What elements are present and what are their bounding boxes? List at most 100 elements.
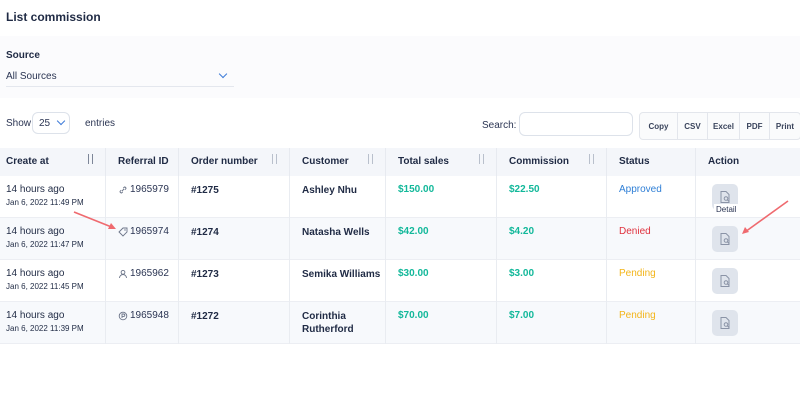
cell-status: Pending [607,302,696,344]
table-row: 14 hours ago Jan 6, 2022 11:47 PM 196597… [0,218,800,260]
page-title: List commission [6,10,101,24]
cell-action [696,176,800,218]
created-relative-time: 14 hours ago [6,268,65,279]
status-badge: Denied [619,226,651,237]
filter-panel [0,36,800,98]
column-header-action: Action [696,148,800,176]
cell-commission: $22.50 [497,176,607,218]
column-header-label: Total sales [398,156,449,167]
column-header-commission[interactable]: Commission [497,148,607,176]
column-header-total-sales[interactable]: Total sales [386,148,497,176]
commission-value: $7.00 [509,310,535,321]
total-sales-value: $150.00 [398,184,435,195]
copy-button[interactable]: Copy [640,113,678,139]
table-row: 14 hours ago Jan 6, 2022 11:49 PM 196597… [0,176,800,218]
sort-icon [87,154,95,166]
chevron-down-icon [218,69,228,79]
cell-action [696,302,800,344]
created-date: Jan 6, 2022 11:47 PM [6,240,84,249]
column-header-customer[interactable]: Customer [290,148,386,176]
cell-total-sales: $150.00 [386,176,497,218]
coupon-icon [118,311,128,320]
created-relative-time: 14 hours ago [6,226,65,237]
created-relative-time: 14 hours ago [6,310,65,321]
tag-icon [118,227,128,237]
order-number[interactable]: #1272 [191,310,219,323]
cell-order-number: #1273 [179,260,290,302]
cell-customer: Semika Williams [290,260,386,302]
view-detail-button[interactable] [712,226,738,252]
show-label: Show [6,118,32,129]
document-search-icon [720,233,730,245]
cell-commission: $3.00 [497,260,607,302]
source-select-value: All Sources [6,71,57,82]
status-badge: Approved [619,184,662,195]
sort-icon [367,154,375,166]
column-header-label: Referral ID [118,156,169,167]
created-relative-time: 14 hours ago [6,184,65,195]
referral-id-value: 1965974 [130,226,169,237]
search-input[interactable] [519,112,633,136]
customer-name: Ashley Nhu [302,185,358,196]
entries-select-value: 25 [39,118,51,129]
table-row: 14 hours ago Jan 6, 2022 11:45 PM 196596… [0,260,800,302]
cell-action [696,260,800,302]
cell-referral-id: 1965974 [106,218,179,260]
entries-label: entries [85,118,116,129]
excel-button[interactable]: Excel [708,113,740,139]
source-select[interactable]: All Sources [6,68,234,87]
cell-customer: Ashley Nhu [290,176,386,218]
table-header: Create at Referral ID Order number Custo… [0,148,800,176]
cell-customer: Corinthia Rutherford [290,302,386,344]
total-sales-value: $42.00 [398,226,429,237]
cell-referral-id: 1965962 [106,260,179,302]
referral-id: 1965979 [118,184,169,195]
cell-total-sales: $42.00 [386,218,497,260]
entries-select[interactable]: 25 [32,112,70,134]
order-number[interactable]: #1273 [191,268,219,281]
pdf-button[interactable]: PDF [740,113,770,139]
order-number[interactable]: #1274 [191,226,219,239]
sort-icon [588,154,596,166]
cell-customer: Natasha Wells [290,218,386,260]
cell-order-number: #1272 [179,302,290,344]
cell-status: Denied [607,218,696,260]
column-header-create-at[interactable]: Create at [0,148,106,176]
table-row: 14 hours ago Jan 6, 2022 11:39 PM 196594… [0,302,800,344]
sort-icon [478,154,486,166]
customer-name: Corinthia Rutherford [302,311,354,335]
column-header-order-number[interactable]: Order number [179,148,290,176]
created-date: Jan 6, 2022 11:45 PM [6,282,84,291]
referral-id: 1965962 [118,268,169,279]
referral-id-value: 1965948 [130,310,169,321]
csv-button[interactable]: CSV [678,113,708,139]
print-button[interactable]: Print [770,113,800,139]
view-detail-button[interactable] [712,310,738,336]
search-label: Search: [482,120,517,131]
order-number[interactable]: #1275 [191,184,219,197]
commission-value: $3.00 [509,268,535,279]
customer-name: Natasha Wells [302,227,370,238]
cell-total-sales: $30.00 [386,260,497,302]
view-detail-button[interactable] [712,268,738,294]
cell-create-at: 14 hours ago Jan 6, 2022 11:39 PM [0,302,106,344]
sort-icon [271,154,279,166]
commission-value: $4.20 [509,226,535,237]
column-header-label: Customer [302,156,349,167]
document-search-icon [720,317,730,329]
source-label: Source [6,50,40,61]
status-badge: Pending [619,268,656,279]
cell-create-at: 14 hours ago Jan 6, 2022 11:47 PM [0,218,106,260]
cell-status: Pending [607,260,696,302]
cell-total-sales: $70.00 [386,302,497,344]
cell-status: Approved [607,176,696,218]
column-header-label: Create at [6,156,49,167]
column-header-label: Order number [191,156,258,167]
cell-order-number: #1275 [179,176,290,218]
status-badge: Pending [619,310,656,321]
referral-id-value: 1965979 [130,184,169,195]
link-icon [119,186,127,193]
document-search-icon [720,191,730,203]
referral-id: 1965974 [118,226,169,237]
column-header-label: Action [708,156,740,167]
